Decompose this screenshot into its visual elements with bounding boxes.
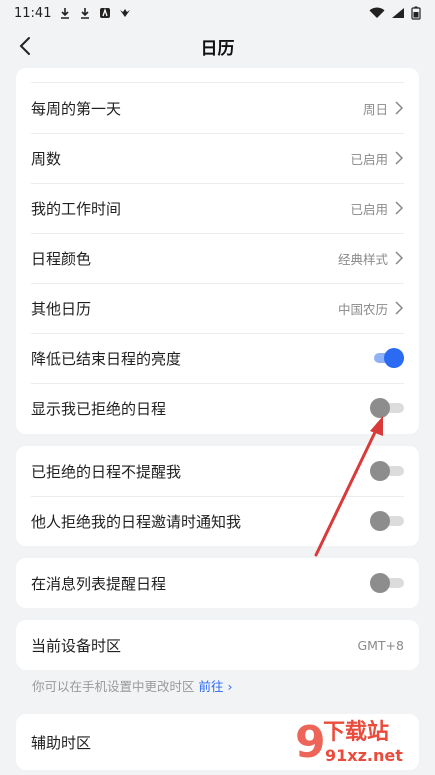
chevron-right-icon [395, 301, 404, 315]
top-app-bar: 日历 [0, 26, 435, 66]
chevron-right-icon [395, 151, 404, 165]
download-icon [81, 8, 90, 19]
app-notification-icon [100, 7, 111, 18]
battery-icon [411, 6, 421, 20]
status-time: 11:41 [14, 5, 52, 21]
watermark-logo: 9 下载站 91xz.net [289, 709, 429, 769]
row-remind-in-message-list: 在消息列表提醒日程 [16, 558, 419, 608]
settings-group-timezone: 当前设备时区 GMT+8 [16, 620, 419, 670]
chevron-right-icon [395, 201, 404, 215]
notify-invite-declined-toggle[interactable] [370, 511, 404, 531]
settings-group-declines: 已拒绝的日程不提醒我 他人拒绝我的日程邀请时通知我 [16, 446, 419, 546]
timezone-hint: 你可以在手机设置中更改时区 前往 › [32, 679, 233, 694]
download-icon [61, 8, 70, 19]
no-remind-declined-toggle[interactable] [370, 461, 404, 481]
timezone-value: GMT+8 [357, 637, 404, 653]
settings-group-general: 每周的第一天 周日 周数 已启用 我的工作时间 已启用 日程颜色 经典样式 其他… [16, 68, 419, 434]
row-working-hours[interactable]: 我的工作时间 已启用 [16, 183, 419, 233]
go-to-settings-link[interactable]: 前往 › [199, 679, 233, 694]
svg-text:下载站: 下载站 [323, 719, 389, 745]
row-first-day-of-week[interactable]: 每周的第一天 周日 [16, 83, 419, 133]
row-show-declined-events: 显示我已拒绝的日程 [16, 383, 419, 433]
remind-in-message-list-toggle[interactable] [370, 573, 404, 593]
svg-text:9: 9 [295, 717, 326, 768]
row-device-timezone: 当前设备时区 GMT+8 [31, 636, 404, 655]
row-dim-past-events: 降低已结束日程的亮度 [16, 333, 419, 383]
chevron-right-icon [395, 251, 404, 265]
signal-icon [392, 8, 404, 18]
wifi-icon [369, 7, 385, 18]
chevron-right-icon [395, 101, 404, 115]
row-event-color[interactable]: 日程颜色 经典样式 [16, 233, 419, 283]
settings-group-message-list: 在消息列表提醒日程 [16, 558, 419, 608]
app-notification-icon [120, 9, 131, 17]
page-title: 日历 [200, 38, 235, 59]
dim-past-events-toggle[interactable] [370, 348, 404, 368]
back-arrow-icon[interactable] [14, 34, 38, 58]
status-bar: 11:41 [0, 0, 435, 26]
row-notify-invite-declined: 他人拒绝我的日程邀请时通知我 [16, 496, 419, 546]
show-declined-events-toggle[interactable] [370, 398, 404, 418]
row-other-calendars[interactable]: 其他日历 中国农历 [16, 283, 419, 333]
row-no-remind-declined: 已拒绝的日程不提醒我 [16, 446, 419, 496]
svg-text:91xz.net: 91xz.net [325, 746, 403, 765]
row-week-numbers[interactable]: 周数 已启用 [16, 133, 419, 183]
